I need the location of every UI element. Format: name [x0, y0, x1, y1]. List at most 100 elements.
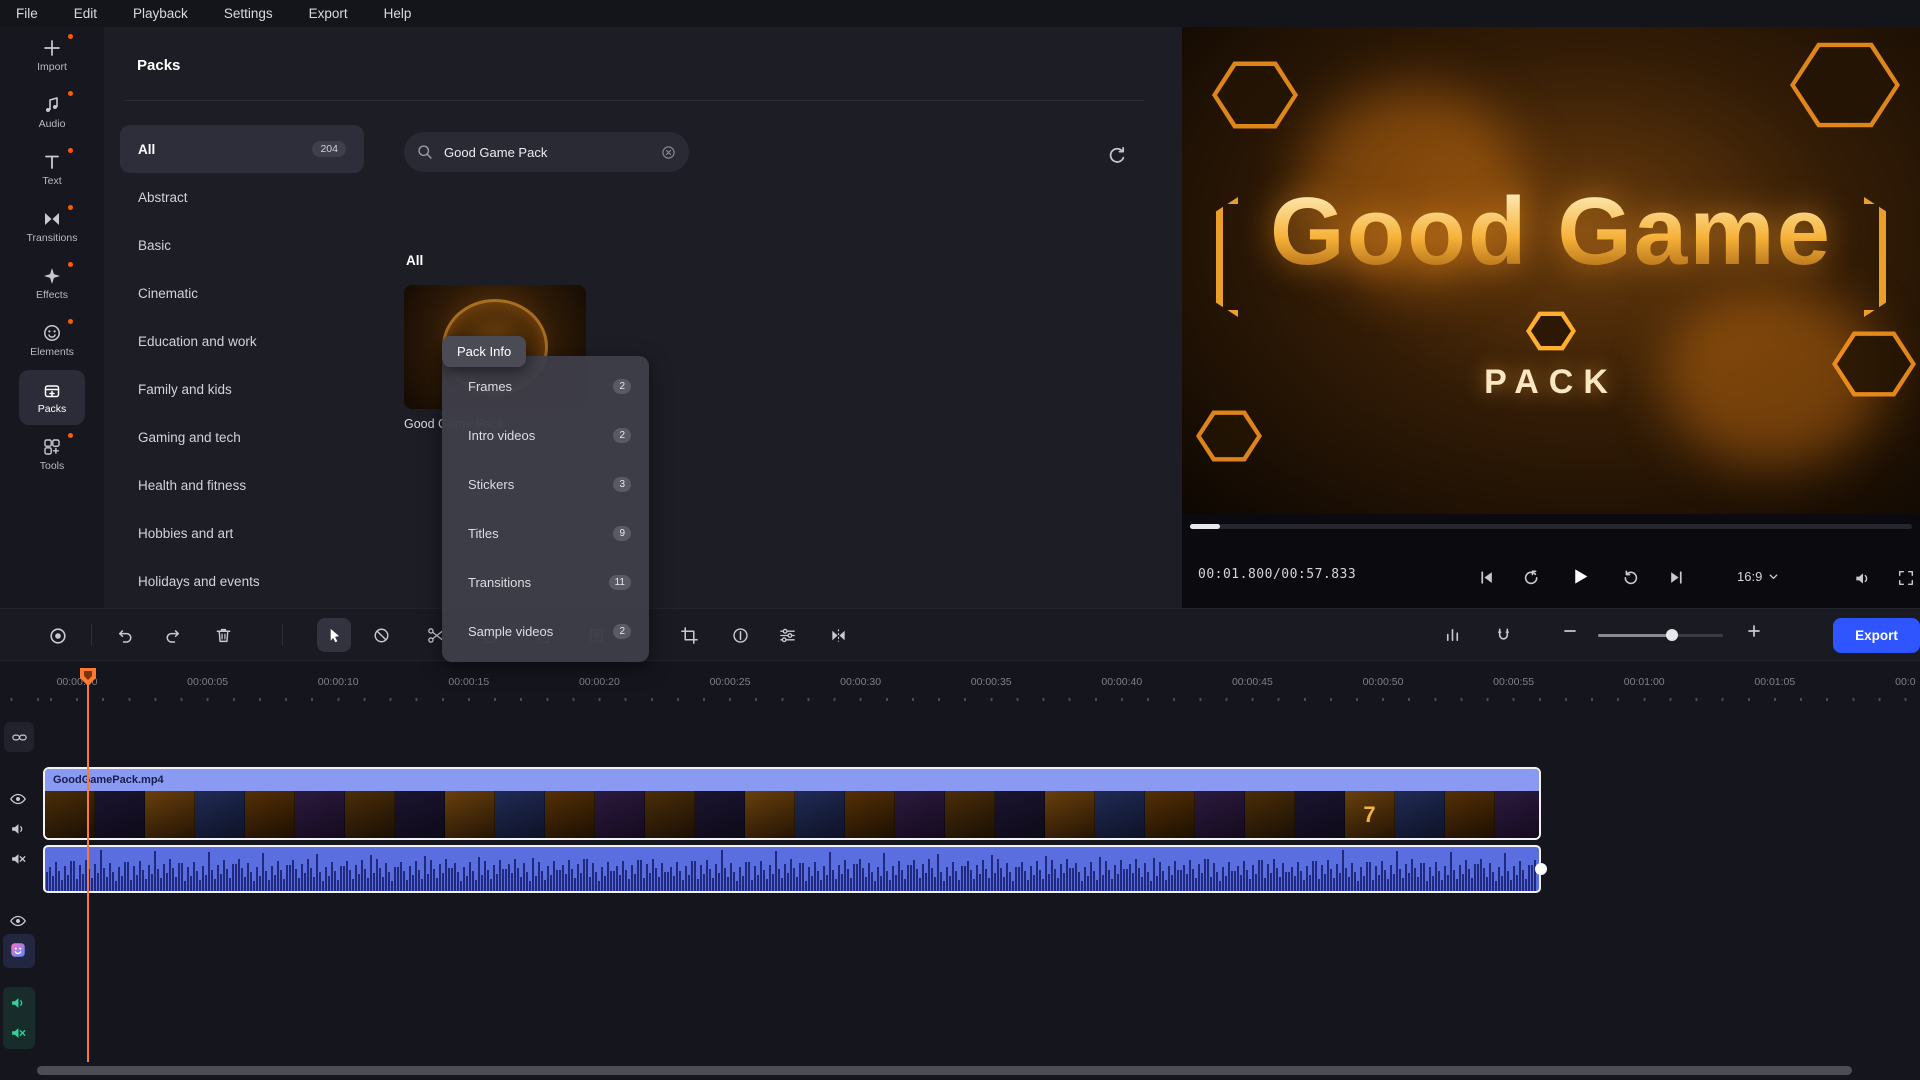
forward-icon[interactable] — [1623, 569, 1640, 586]
pack-info-row[interactable]: Frames2 — [442, 362, 649, 411]
overlay-track-visibility-icon[interactable] — [9, 912, 27, 930]
previous-frame-icon[interactable] — [1478, 569, 1495, 586]
ruler-time-label: 00:00:50 — [1363, 676, 1404, 688]
audio-track-volume-icon[interactable] — [9, 994, 27, 1012]
sidebar-item-tools[interactable]: Tools — [0, 426, 104, 483]
magnet-icon[interactable] — [1494, 626, 1513, 645]
horizontal-scrollbar[interactable] — [37, 1066, 1852, 1075]
waveform-bar — [97, 873, 99, 891]
clip-trim-handle[interactable] — [1535, 863, 1547, 875]
video-track-mute-icon[interactable] — [9, 850, 27, 868]
waveform-bar — [208, 852, 210, 891]
panel-title: Packs — [137, 57, 180, 74]
preview-progress-bar[interactable] — [1190, 524, 1912, 529]
clip-frame-thumbnail — [1395, 791, 1445, 838]
sticker-track-icon[interactable] — [9, 941, 27, 959]
delete-icon[interactable] — [214, 626, 233, 645]
fullscreen-icon[interactable] — [1897, 569, 1915, 587]
mirror-icon[interactable] — [829, 626, 848, 645]
category-item[interactable]: Gaming and tech — [120, 413, 364, 461]
category-item[interactable]: Health and fitness — [120, 461, 364, 509]
menu-item-edit[interactable]: Edit — [74, 6, 97, 21]
sidebar-item-packs[interactable]: Packs — [0, 369, 104, 426]
next-frame-icon[interactable] — [1668, 569, 1685, 586]
category-item[interactable]: Abstract — [120, 173, 364, 221]
waveform-bar — [472, 871, 474, 891]
zoom-out-icon[interactable] — [1562, 623, 1578, 639]
play-icon[interactable] — [1570, 566, 1591, 587]
zoom-slider-thumb[interactable] — [1666, 629, 1678, 641]
pack-info-row[interactable]: Transitions11 — [442, 558, 649, 607]
waveform-bar — [589, 877, 591, 891]
timeline-zoom-slider[interactable] — [1598, 634, 1723, 637]
refresh-icon[interactable] — [1106, 145, 1128, 167]
waveform-bar — [817, 871, 819, 891]
waveform-bar — [538, 862, 540, 891]
waveform-bar — [175, 877, 177, 891]
waveform-bar — [955, 871, 957, 891]
video-track-volume-icon[interactable] — [9, 820, 27, 838]
sidebar-item-effects[interactable]: Effects — [0, 255, 104, 312]
select-cursor-icon[interactable] — [325, 626, 344, 645]
pack-info-row[interactable]: Sample videos2 — [442, 607, 649, 656]
search-input[interactable] — [442, 144, 652, 161]
menu-item-settings[interactable]: Settings — [224, 6, 273, 21]
sidebar-item-audio[interactable]: Audio — [0, 84, 104, 141]
sidebar-item-transitions[interactable]: Transitions — [0, 198, 104, 255]
rewind-icon[interactable] — [1522, 569, 1539, 586]
sidebar-item-label: Audio — [39, 118, 66, 130]
aspect-ratio-selector[interactable]: 16:9 — [1737, 569, 1779, 584]
adjust-sliders-icon[interactable] — [778, 626, 797, 645]
audio-levels-icon[interactable] — [1443, 626, 1462, 645]
ruler-time-label: 00:00:35 — [971, 676, 1012, 688]
zoom-in-icon[interactable] — [1746, 623, 1762, 639]
waveform-bar — [1153, 858, 1155, 891]
menu-item-playback[interactable]: Playback — [133, 6, 188, 21]
waveform-bar — [1159, 862, 1161, 891]
pack-info-row[interactable]: Intro videos2 — [442, 411, 649, 460]
category-item[interactable]: Family and kids — [120, 365, 364, 413]
waveform-bar — [934, 877, 936, 891]
waveform-bar — [1378, 875, 1380, 891]
search-box[interactable] — [404, 132, 689, 172]
category-item[interactable]: Basic — [120, 221, 364, 269]
category-item[interactable]: Hobbies and art — [120, 509, 364, 557]
category-item[interactable]: Education and work — [120, 317, 364, 365]
menu-item-help[interactable]: Help — [384, 6, 412, 21]
pack-info-row[interactable]: Stickers3 — [442, 460, 649, 509]
menu-item-export[interactable]: Export — [309, 6, 348, 21]
sidebar-item-import[interactable]: Import — [0, 27, 104, 84]
redo-icon[interactable] — [164, 626, 183, 645]
freeze-frame-icon[interactable] — [731, 626, 750, 645]
waveform-bar — [820, 880, 822, 891]
category-item[interactable]: Cinematic — [120, 269, 364, 317]
waveform-bar — [466, 876, 468, 891]
waveform-bar — [775, 851, 777, 891]
audio-track-mute-icon[interactable] — [9, 1024, 27, 1042]
video-preview[interactable]: Good Game PACK — [1182, 27, 1920, 514]
waveform-bar — [370, 855, 372, 891]
category-item[interactable]: All204 — [120, 125, 364, 173]
record-icon[interactable] — [48, 626, 68, 646]
waveform-bar — [172, 868, 174, 891]
undo-icon[interactable] — [115, 626, 134, 645]
pack-info-row[interactable]: Titles9 — [442, 509, 649, 558]
category-item[interactable]: Holidays and events — [120, 557, 364, 605]
video-track-visibility-icon[interactable] — [9, 790, 27, 808]
deselect-icon[interactable] — [372, 626, 391, 645]
volume-icon[interactable] — [1853, 569, 1872, 588]
waveform-bar — [49, 867, 51, 891]
waveform-bar — [223, 860, 225, 891]
ruler-time-label: 00:00:10 — [318, 676, 359, 688]
waveform-bar — [688, 875, 690, 891]
video-clip[interactable]: GoodGamePack.mp4 7 — [43, 767, 1541, 840]
menu-item-file[interactable]: File — [16, 6, 38, 21]
link-tracks-button[interactable] — [4, 722, 34, 752]
crop-icon[interactable] — [680, 626, 699, 645]
sidebar-item-elements[interactable]: Elements — [0, 312, 104, 369]
clear-search-icon[interactable] — [660, 144, 677, 161]
export-button[interactable]: Export — [1833, 618, 1920, 653]
waveform-bar — [892, 866, 894, 891]
audio-waveform-clip[interactable] — [43, 845, 1541, 893]
sidebar-item-text[interactable]: Text — [0, 141, 104, 198]
